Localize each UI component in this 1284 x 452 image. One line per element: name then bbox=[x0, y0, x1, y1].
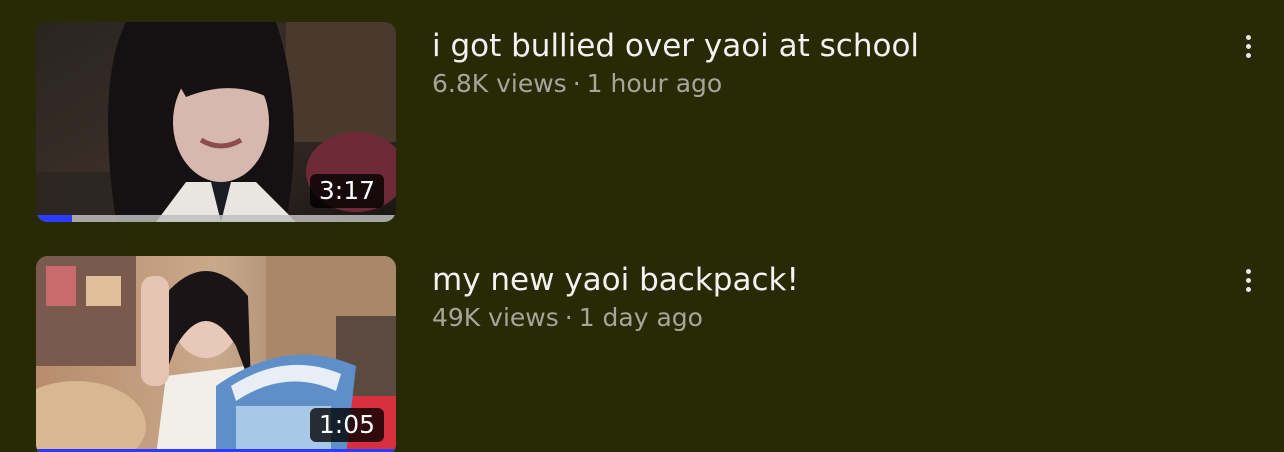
more-vert-icon[interactable] bbox=[1230, 262, 1266, 298]
upload-age: 1 day ago bbox=[578, 303, 703, 332]
meta-separator: · bbox=[572, 69, 581, 98]
video-thumbnail[interactable]: 1:05 bbox=[36, 256, 396, 452]
video-title[interactable]: my new yaoi backpack! bbox=[432, 260, 1192, 300]
video-stats: 49K views · 1 day ago bbox=[432, 300, 1192, 336]
watch-progress-bar bbox=[36, 215, 396, 222]
more-vert-icon[interactable] bbox=[1230, 28, 1266, 64]
upload-age: 1 hour ago bbox=[586, 69, 723, 98]
video-item[interactable]: 3:17 i got bullied over yaoi at school 6… bbox=[0, 22, 1284, 222]
video-duration-badge: 3:17 bbox=[309, 174, 384, 208]
video-stats: 6.8K views · 1 hour ago bbox=[432, 66, 1192, 102]
video-duration-badge: 1:05 bbox=[309, 408, 384, 442]
video-meta: my new yaoi backpack! 49K views · 1 day ag… bbox=[432, 260, 1192, 336]
video-item[interactable]: 1:05 my new yaoi backpack! 49K views · 1 d… bbox=[0, 256, 1284, 452]
view-count: 49K views bbox=[432, 303, 559, 332]
video-list: 3:17 i got bullied over yaoi at school 6… bbox=[0, 0, 1284, 452]
watch-progress-fill bbox=[36, 215, 72, 222]
view-count: 6.8K views bbox=[432, 69, 567, 98]
video-meta: i got bullied over yaoi at school 6.8K v… bbox=[432, 26, 1192, 102]
video-title[interactable]: i got bullied over yaoi at school bbox=[432, 26, 1192, 66]
video-thumbnail[interactable]: 3:17 bbox=[36, 22, 396, 222]
meta-separator: · bbox=[564, 303, 573, 332]
